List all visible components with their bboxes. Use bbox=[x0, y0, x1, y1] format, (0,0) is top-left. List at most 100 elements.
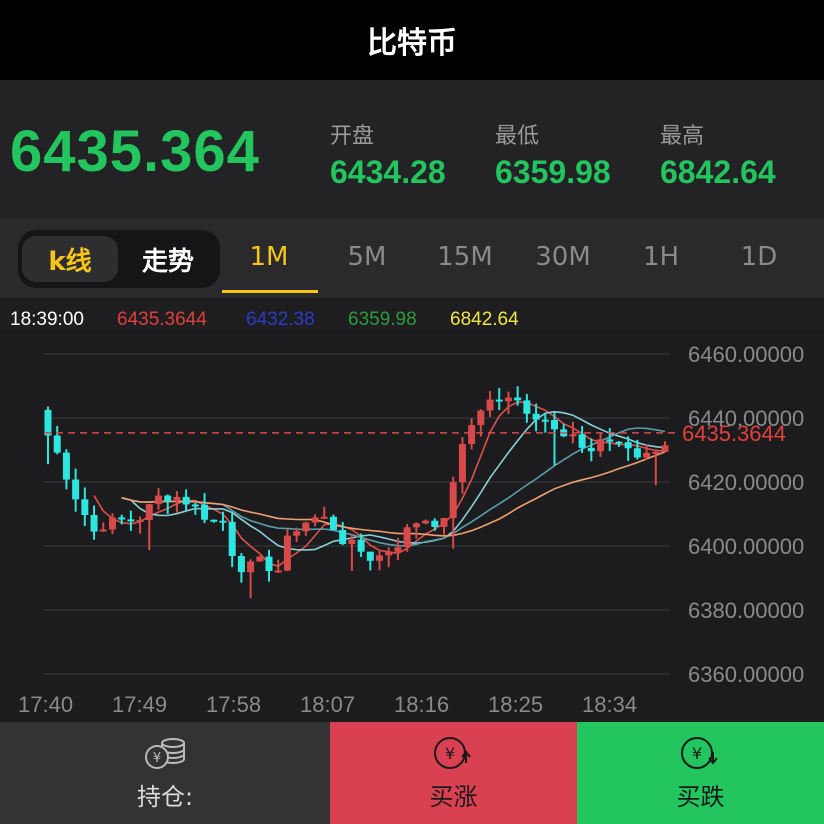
svg-text:¥: ¥ bbox=[691, 744, 701, 763]
buy-up-button[interactable]: ¥ 买涨 bbox=[330, 722, 577, 824]
candle-body bbox=[127, 519, 135, 522]
candle-body bbox=[440, 518, 448, 527]
yuan-down-icon: ¥ bbox=[680, 736, 718, 769]
x-tick-label: 18:16 bbox=[394, 692, 449, 717]
low-stat: 最低 6359.98 bbox=[495, 118, 611, 191]
candle-body bbox=[164, 495, 172, 502]
candle-body bbox=[191, 504, 199, 507]
candle-body bbox=[118, 517, 126, 520]
svg-text:¥: ¥ bbox=[444, 744, 454, 763]
info-value-4: 6842.64 bbox=[450, 309, 519, 330]
candle-body bbox=[173, 496, 181, 502]
candle-body bbox=[495, 399, 503, 402]
candle-body bbox=[302, 522, 310, 532]
candle-body bbox=[237, 556, 245, 573]
buy-down-button[interactable]: ¥ 买跌 bbox=[577, 722, 824, 824]
open-stat: 开盘 6434.28 bbox=[330, 118, 446, 191]
top-bar: 比特币 bbox=[0, 0, 824, 80]
candle-body bbox=[458, 444, 466, 483]
candle-body bbox=[523, 400, 531, 414]
candle-body bbox=[329, 516, 337, 530]
open-label: 开盘 bbox=[330, 124, 375, 149]
chart-mode-toggle: k线 走势 bbox=[18, 230, 220, 288]
candle-body bbox=[431, 520, 439, 527]
candle-body bbox=[219, 520, 227, 523]
candle-body bbox=[274, 570, 282, 573]
high-stat: 最高 6842.64 bbox=[660, 118, 776, 191]
ma-line bbox=[93, 401, 666, 568]
candle-body bbox=[357, 539, 365, 552]
y-tick-label: 6360.00000 bbox=[688, 662, 804, 687]
candle-body bbox=[228, 521, 236, 557]
candle-body bbox=[339, 529, 347, 545]
high-label: 最高 bbox=[660, 124, 705, 149]
candle-body bbox=[90, 515, 98, 532]
y-axis-labels: 6460.00000 6440.00000 6420.00000 6400.00000… bbox=[688, 342, 804, 687]
chart-grid bbox=[44, 353, 670, 675]
candle-body bbox=[486, 399, 494, 411]
candle-body bbox=[155, 495, 163, 505]
y-tick-label: 6460.00000 bbox=[688, 342, 804, 367]
candle-body bbox=[661, 445, 669, 452]
candle-body bbox=[477, 410, 485, 426]
x-tick-label: 18:07 bbox=[300, 692, 355, 717]
candle-body bbox=[514, 397, 522, 401]
quote-panel: 6435.364 开盘 6434.28 最低 6359.98 最高 6842.6… bbox=[0, 80, 824, 218]
candle-body bbox=[597, 439, 605, 452]
x-tick-label: 17:40 bbox=[18, 692, 73, 717]
hold-label: 持仓: bbox=[136, 782, 194, 811]
buy-down-label: 买跌 bbox=[676, 782, 725, 811]
tab-15m[interactable]: 15M bbox=[420, 242, 510, 272]
low-label: 最低 bbox=[495, 124, 540, 149]
info-value-1: 6435.3644 bbox=[117, 309, 207, 330]
candle-body bbox=[182, 496, 190, 505]
svg-text:¥: ¥ bbox=[153, 751, 161, 766]
candle-body bbox=[569, 434, 577, 437]
candle-body bbox=[468, 425, 476, 445]
candle-body bbox=[643, 452, 651, 458]
candle-body bbox=[72, 479, 80, 500]
tab-30m[interactable]: 30M bbox=[518, 242, 608, 272]
tab-5m[interactable]: 5M bbox=[322, 242, 412, 272]
kline-mode-button[interactable]: k线 bbox=[22, 236, 118, 282]
current-price: 6435.364 bbox=[10, 119, 260, 184]
candle-body bbox=[247, 561, 255, 573]
y-tick-label: 6420.00000 bbox=[688, 470, 804, 495]
candle-body bbox=[606, 439, 614, 442]
tab-1h[interactable]: 1H bbox=[616, 242, 706, 272]
yuan-up-icon: ¥ bbox=[433, 736, 471, 769]
candle-body bbox=[624, 442, 632, 449]
candle-body bbox=[633, 448, 641, 458]
candle-body bbox=[376, 555, 384, 561]
hold-button[interactable]: ¥ 持仓: bbox=[0, 722, 330, 824]
tab-1m[interactable]: 1M bbox=[224, 242, 314, 272]
candle-body bbox=[615, 441, 623, 444]
kline-chart[interactable]: 18:39:00 6435.3644 6432.38 6359.98 6842.… bbox=[0, 298, 824, 722]
candle-body bbox=[394, 547, 402, 552]
bottom-action-bar: ¥ 持仓: ¥ 买涨 ¥ 买跌 bbox=[0, 722, 824, 824]
y-tick-label: 6400.00000 bbox=[688, 534, 804, 559]
candle-body bbox=[403, 527, 411, 548]
y-tick-label: 6440.00000 bbox=[688, 406, 804, 431]
candle-body bbox=[293, 531, 301, 536]
info-time: 18:39:00 bbox=[10, 309, 84, 330]
candle-body bbox=[81, 499, 89, 516]
trend-mode-button[interactable]: 走势 bbox=[120, 236, 216, 282]
candle-body bbox=[283, 535, 291, 571]
candle-body bbox=[265, 556, 273, 571]
tab-1d[interactable]: 1D bbox=[714, 242, 804, 272]
x-tick-label: 18:25 bbox=[488, 692, 543, 717]
candle-body bbox=[412, 523, 420, 528]
candle-body bbox=[311, 517, 319, 523]
candle-body bbox=[587, 447, 595, 452]
candle-body bbox=[652, 451, 660, 454]
candle-body bbox=[136, 519, 144, 522]
coins-icon: ¥ bbox=[145, 737, 185, 769]
page-title: 比特币 bbox=[367, 26, 457, 61]
candle-body bbox=[62, 452, 70, 480]
candle-body bbox=[145, 504, 153, 520]
candle-body bbox=[532, 413, 540, 420]
candle-body bbox=[44, 409, 52, 436]
candle-body bbox=[256, 556, 264, 562]
candle-body bbox=[550, 420, 558, 430]
